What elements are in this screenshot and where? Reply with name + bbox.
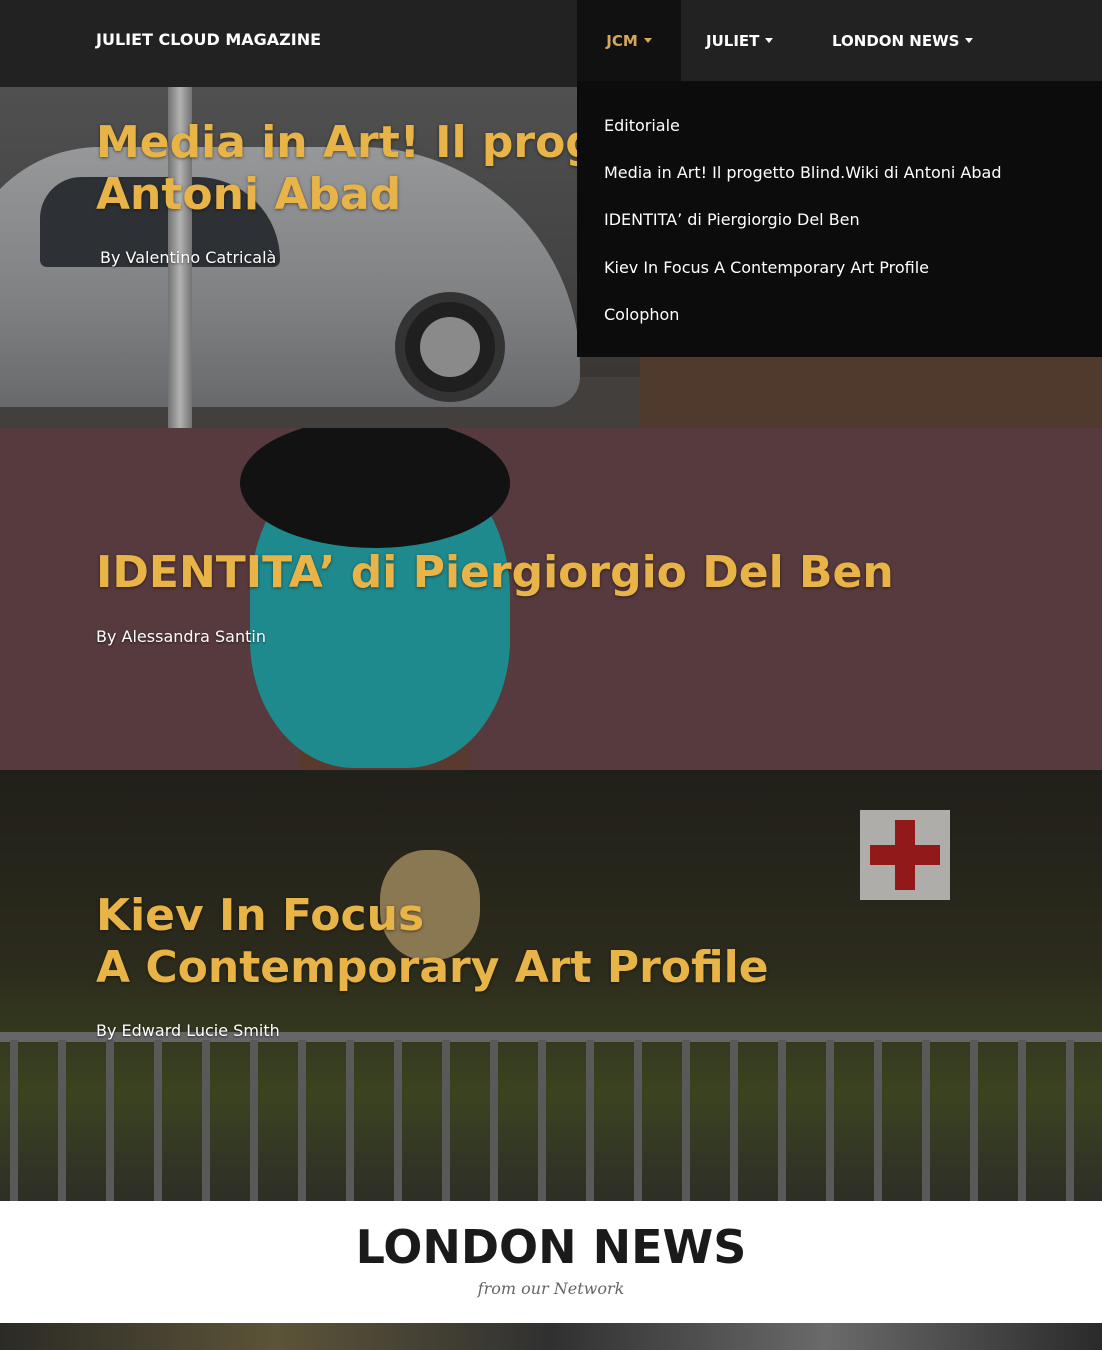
article-byline: By Valentino Catricalà [100, 248, 277, 267]
caret-down-icon [643, 38, 652, 43]
dropdown-item-identita[interactable]: IDENTITA’ di Piergiorgio Del Ben [604, 210, 860, 229]
nav-item-london-news[interactable]: LONDON NEWS [832, 0, 974, 81]
article-title-line-2: A Contemporary Art Profile [96, 942, 769, 993]
next-article-image-strip[interactable] [0, 1323, 1102, 1350]
article-byline: By Alessandra Santin [96, 627, 266, 646]
caret-down-icon [965, 38, 974, 43]
article-title[interactable]: IDENTITA’ di Piergiorgio Del Ben [96, 547, 894, 599]
article-byline: By Edward Lucie Smith [96, 1021, 280, 1040]
dropdown-item-editoriale[interactable]: Editoriale [604, 116, 680, 135]
caret-down-icon [765, 38, 774, 43]
london-news-section-header: LONDON NEWS from our Network [0, 1201, 1102, 1323]
article-hero-kiev-in-focus[interactable]: Kiev In Focus A Contemporary Art Profile… [0, 770, 1102, 1201]
article-title-line-1: Kiev In Focus [96, 890, 425, 941]
nav-item-label: JULIET [706, 31, 760, 50]
dropdown-item-kiev-in-focus[interactable]: Kiev In Focus A Contemporary Art Profile [604, 258, 929, 277]
jcm-dropdown-menu: Editoriale Media in Art! Il progetto Bli… [577, 81, 1102, 357]
nav-item-jcm[interactable]: JCM [577, 0, 681, 81]
section-subtitle: from our Network [477, 1279, 625, 1298]
top-navbar: JULIET CLOUD MAGAZINE JCM JULIET LONDON … [0, 0, 1102, 87]
dropdown-item-media-in-art[interactable]: Media in Art! Il progetto Blind.Wiki di … [604, 163, 1001, 182]
section-title: LONDON NEWS [355, 1220, 747, 1274]
article-title[interactable]: Kiev In Focus A Contemporary Art Profile [96, 890, 769, 994]
brand-link[interactable]: JULIET CLOUD MAGAZINE [96, 30, 321, 49]
article-hero-identita[interactable]: IDENTITA’ di Piergiorgio Del Ben By Ales… [0, 428, 1102, 770]
article-title-line-2: Antoni Abad [96, 169, 402, 220]
nav-item-label: LONDON NEWS [832, 31, 960, 50]
dropdown-item-colophon[interactable]: Colophon [604, 305, 679, 324]
nav-item-juliet[interactable]: JULIET [706, 0, 774, 81]
nav-item-label: JCM [606, 31, 638, 50]
